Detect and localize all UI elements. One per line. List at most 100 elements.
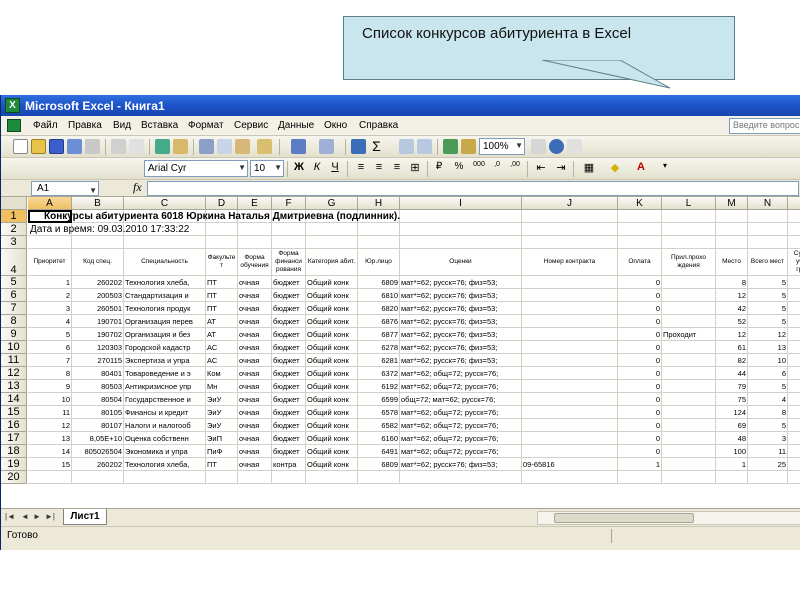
column-header[interactable]: L — [662, 197, 716, 210]
row-header[interactable]: 4 — [1, 249, 27, 276]
table-cell[interactable]: мат*=62; русск=76; физ=53; — [400, 302, 522, 315]
table-cell[interactable]: общ=72; мат=62; русск=76; — [400, 393, 522, 406]
table-cell[interactable]: 4 — [748, 393, 788, 406]
table-cell[interactable]: 0 — [618, 276, 662, 289]
table-cell[interactable] — [522, 315, 618, 328]
cell[interactable] — [400, 210, 522, 223]
table-cell[interactable]: 80107 — [72, 419, 124, 432]
column-label[interactable]: Юр.лицо — [358, 249, 400, 276]
table-cell[interactable]: Общий конк — [306, 276, 358, 289]
table-cell[interactable] — [662, 276, 716, 289]
table-cell[interactable]: 0 — [618, 328, 662, 341]
table-cell[interactable]: АТ — [206, 328, 238, 341]
column-label[interactable]: Оценки — [400, 249, 522, 276]
table-cell[interactable]: очная — [238, 458, 272, 471]
cut-icon[interactable] — [199, 139, 214, 154]
table-cell[interactable]: 8 — [28, 367, 72, 380]
open-icon[interactable] — [31, 139, 46, 154]
table-cell[interactable]: 200503 — [72, 289, 124, 302]
table-cell[interactable]: 80105 — [72, 406, 124, 419]
table-cell[interactable]: бюджет — [272, 445, 306, 458]
table-cell[interactable]: 190701 — [72, 315, 124, 328]
table-cell[interactable]: 75 — [716, 393, 748, 406]
column-header[interactable]: E — [238, 197, 272, 210]
cell[interactable] — [662, 471, 716, 484]
table-cell[interactable]: 44 — [716, 367, 748, 380]
table-cell[interactable]: Мн — [206, 380, 238, 393]
row-header[interactable]: 3 — [1, 236, 27, 249]
table-cell[interactable]: 11 — [28, 406, 72, 419]
table-cell[interactable]: бюджет — [272, 289, 306, 302]
table-cell[interactable]: мат*=62; общ=72; русск=76; — [400, 367, 522, 380]
table-cell[interactable]: Антикризисное упр — [124, 380, 206, 393]
last-sheet-icon[interactable]: ►| — [45, 512, 55, 521]
table-cell[interactable]: мат*=62; общ=72; русск=76; — [400, 380, 522, 393]
table-cell[interactable]: Стандартизация и — [124, 289, 206, 302]
table-cell[interactable] — [522, 354, 618, 367]
table-cell[interactable]: очная — [238, 302, 272, 315]
table-cell[interactable] — [522, 406, 618, 419]
table-cell[interactable]: Товароведение и э — [124, 367, 206, 380]
column-header[interactable]: A — [28, 197, 72, 210]
table-cell[interactable]: Общий конк — [306, 289, 358, 302]
row-header[interactable]: 1 — [1, 210, 27, 223]
cell[interactable] — [306, 471, 358, 484]
table-cell[interactable]: АС — [206, 341, 238, 354]
table-cell[interactable] — [662, 367, 716, 380]
table-cell[interactable]: 8,05E+10 — [72, 432, 124, 445]
menu-data[interactable]: Данные — [278, 120, 314, 131]
cell[interactable] — [716, 223, 748, 236]
menu-file[interactable]: Файл — [33, 120, 58, 131]
table-cell[interactable]: 100 — [716, 445, 748, 458]
align-right-icon[interactable]: ≡ — [389, 161, 405, 173]
print-preview-icon[interactable] — [129, 139, 144, 154]
table-cell[interactable]: Общий конк — [306, 380, 358, 393]
cell[interactable] — [748, 471, 788, 484]
table-cell[interactable]: мат*=62; русск=76; физ=53; — [400, 289, 522, 302]
table-cell[interactable]: 5 — [748, 276, 788, 289]
chart-wizard-icon[interactable] — [443, 139, 458, 154]
table-cell[interactable]: 09-65816 — [522, 458, 618, 471]
table-cell[interactable]: Общий конк — [306, 354, 358, 367]
column-label[interactable]: Место — [716, 249, 748, 276]
column-header[interactable]: K — [618, 197, 662, 210]
table-cell[interactable]: 210 — [788, 367, 800, 380]
column-label[interactable]: Факульте т — [206, 249, 238, 276]
table-cell[interactable]: ПиФ — [206, 445, 238, 458]
toolbar-options-icon[interactable]: ▾ — [657, 161, 673, 170]
table-cell[interactable]: 191 — [788, 354, 800, 367]
table-cell[interactable]: 12 — [748, 328, 788, 341]
table-cell[interactable]: Организация и без — [124, 328, 206, 341]
table-cell[interactable] — [522, 445, 618, 458]
paste-icon[interactable] — [235, 139, 250, 154]
bold-icon[interactable]: Ж — [291, 161, 307, 173]
table-cell[interactable]: 0 — [618, 432, 662, 445]
table-cell[interactable] — [522, 419, 618, 432]
table-cell[interactable]: 11 — [748, 445, 788, 458]
table-cell[interactable]: 42 — [716, 302, 748, 315]
table-cell[interactable] — [522, 341, 618, 354]
table-cell[interactable]: 6491 — [358, 445, 400, 458]
table-cell[interactable]: Городской кадастр — [124, 341, 206, 354]
table-cell[interactable]: бюджет — [272, 328, 306, 341]
new-icon[interactable] — [13, 139, 28, 154]
table-cell[interactable]: 191 — [788, 328, 800, 341]
column-label[interactable]: Код спец. — [72, 249, 124, 276]
table-cell[interactable] — [662, 380, 716, 393]
column-header[interactable]: N — [748, 197, 788, 210]
row-header[interactable]: 16 — [1, 419, 27, 432]
menu-help[interactable]: Справка — [359, 120, 398, 131]
thousands-icon[interactable]: 000 — [471, 161, 487, 168]
align-left-icon[interactable]: ≡ — [353, 161, 369, 173]
column-header[interactable]: O — [788, 197, 800, 210]
row-header[interactable]: 18 — [1, 445, 27, 458]
column-label[interactable]: Форма обучения — [238, 249, 272, 276]
decrease-indent-icon[interactable]: ⇤ — [533, 161, 549, 174]
table-cell[interactable]: 5 — [748, 315, 788, 328]
cell[interactable] — [400, 223, 522, 236]
table-cell[interactable]: Финансы и кредит — [124, 406, 206, 419]
column-header[interactable]: D — [206, 197, 238, 210]
table-cell[interactable] — [662, 406, 716, 419]
next-sheet-icon[interactable]: ► — [33, 512, 41, 521]
table-cell[interactable]: 25 — [748, 458, 788, 471]
